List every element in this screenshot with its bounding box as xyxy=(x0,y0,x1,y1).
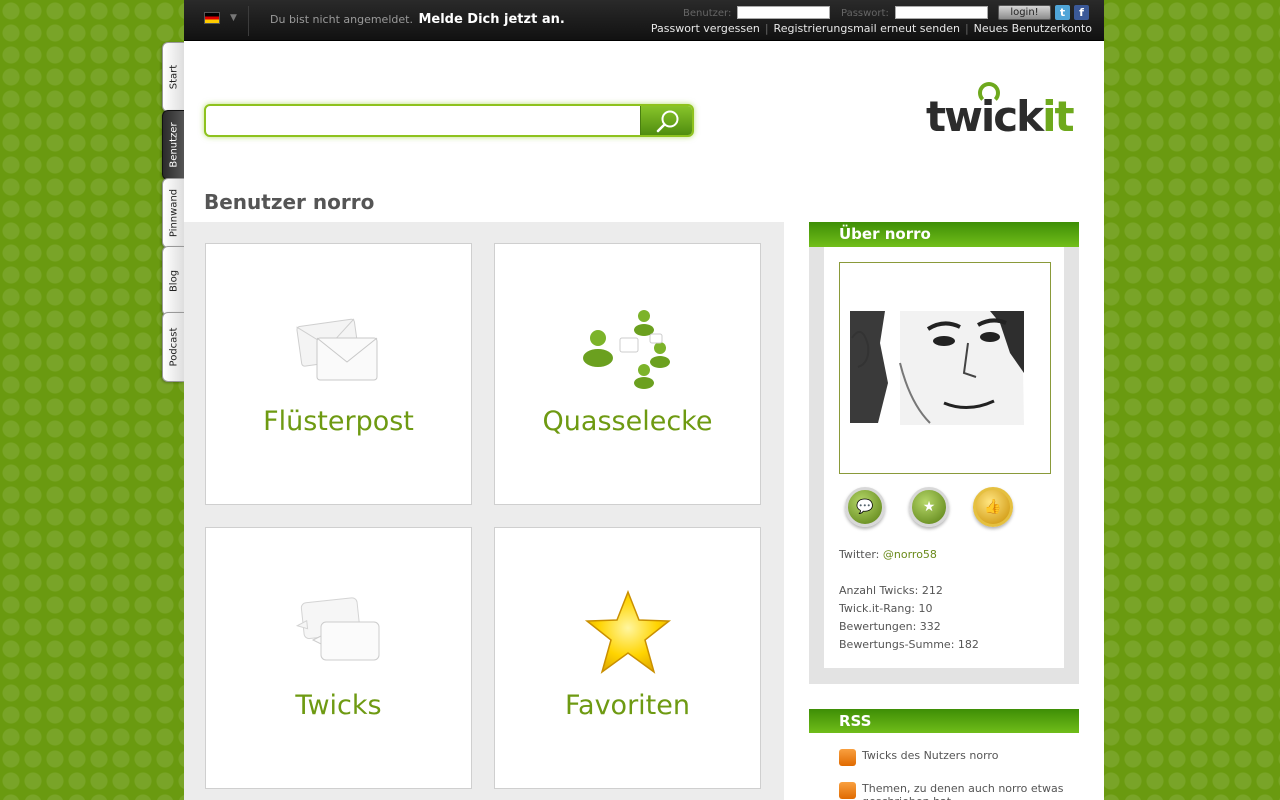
search-button[interactable] xyxy=(640,106,692,135)
twitter-icon[interactable]: t xyxy=(1055,5,1070,20)
user-portrait xyxy=(840,263,1050,473)
tile-label: Twicks xyxy=(295,690,382,721)
tile-label: Quasselecke xyxy=(542,406,713,437)
stat-ratings: Bewertungen: 332 xyxy=(839,620,941,633)
rss-link-user-twicks[interactable]: Twicks des Nutzers norro xyxy=(862,749,1072,762)
rss-icon[interactable] xyxy=(839,782,856,799)
stat-twick-count: Anzahl Twicks: 212 xyxy=(839,584,943,597)
stat-rank: Twick.it-Rang: 10 xyxy=(839,602,933,615)
page: ▼ Du bist nicht angemeldet. Melde Dich j… xyxy=(184,0,1104,800)
twitter-info: Twitter: @norro58 xyxy=(839,548,937,561)
speech-badge-icon[interactable]: 💬 xyxy=(845,487,885,527)
password-field[interactable] xyxy=(895,6,988,19)
about-box: 💬 ★ 👍 Twitter: @norro58 Anzahl Twicks: 2… xyxy=(809,247,1079,684)
login-prompt-link[interactable]: Melde Dich jetzt an. xyxy=(418,12,564,27)
avatar xyxy=(839,262,1051,474)
thumbs-up-badge-icon[interactable]: 👍 xyxy=(973,487,1013,527)
tile-fluesterpost[interactable]: Flüsterpost xyxy=(205,243,472,505)
rss-link-topics[interactable]: Themen, zu denen auch norro etwas geschr… xyxy=(862,782,1072,800)
twitter-link[interactable]: @norro58 xyxy=(883,548,937,561)
stat-rating-sum: Bewertungs-Summe: 182 xyxy=(839,638,979,651)
main-tiles: Flüsterpost Quasselecke Twicks Favoriten xyxy=(184,222,784,800)
page-title: Benutzer norro xyxy=(204,190,375,214)
tile-label: Flüsterpost xyxy=(263,406,414,437)
tab-benutzer[interactable]: Benutzer xyxy=(162,110,184,180)
tile-twicks[interactable]: Twicks xyxy=(205,527,472,789)
username-field[interactable] xyxy=(737,6,830,19)
search-input[interactable] xyxy=(206,106,640,135)
speech-bubbles-icon xyxy=(295,597,379,661)
star-icon xyxy=(584,590,671,674)
rss-box: Twicks des Nutzers norro Themen, zu dene… xyxy=(809,733,1079,800)
tile-favoriten[interactable]: Favoriten xyxy=(494,527,761,789)
envelopes-icon xyxy=(295,318,377,381)
german-flag-icon[interactable] xyxy=(204,12,220,24)
rss-icon[interactable] xyxy=(839,749,856,766)
new-account-link[interactable]: Neues Benutzerkonto xyxy=(974,22,1092,35)
tab-blog[interactable]: Blog xyxy=(162,246,184,316)
tile-quasselecke[interactable]: Quasselecke xyxy=(494,243,761,505)
login-button[interactable]: login! xyxy=(998,5,1051,20)
star-badge-icon[interactable]: ★ xyxy=(909,487,949,527)
chevron-down-icon[interactable]: ▼ xyxy=(230,13,237,23)
facebook-icon[interactable]: f xyxy=(1074,5,1089,20)
forgot-password-link[interactable]: Passwort vergessen xyxy=(651,22,760,35)
tab-podcast[interactable]: Podcast xyxy=(162,312,184,382)
account-links: Passwort vergessen | Registrierungsmail er… xyxy=(650,22,1092,35)
search-box xyxy=(204,104,694,137)
search-icon xyxy=(656,110,679,133)
about-header: Über norro xyxy=(809,222,1079,247)
username-label: Benutzer: xyxy=(683,8,732,19)
resend-registration-link[interactable]: Registrierungsmail erneut senden xyxy=(774,22,960,35)
twickit-logo[interactable]: twickit xyxy=(926,82,1076,142)
rss-header: RSS xyxy=(809,709,1079,734)
people-chat-icon xyxy=(582,310,670,389)
password-label: Passwort: xyxy=(841,8,889,19)
login-status: Du bist nicht angemeldet. Melde Dich jet… xyxy=(270,12,565,27)
tab-start[interactable]: Start xyxy=(162,42,184,112)
divider xyxy=(248,6,249,36)
about-content: 💬 ★ 👍 Twitter: @norro58 Anzahl Twicks: 2… xyxy=(824,247,1064,668)
top-bar: ▼ Du bist nicht angemeldet. Melde Dich j… xyxy=(184,0,1104,41)
tile-label: Favoriten xyxy=(564,690,690,721)
logo-text: twickit xyxy=(926,92,1075,141)
tab-pinnwand[interactable]: Pinnwand xyxy=(162,178,184,248)
